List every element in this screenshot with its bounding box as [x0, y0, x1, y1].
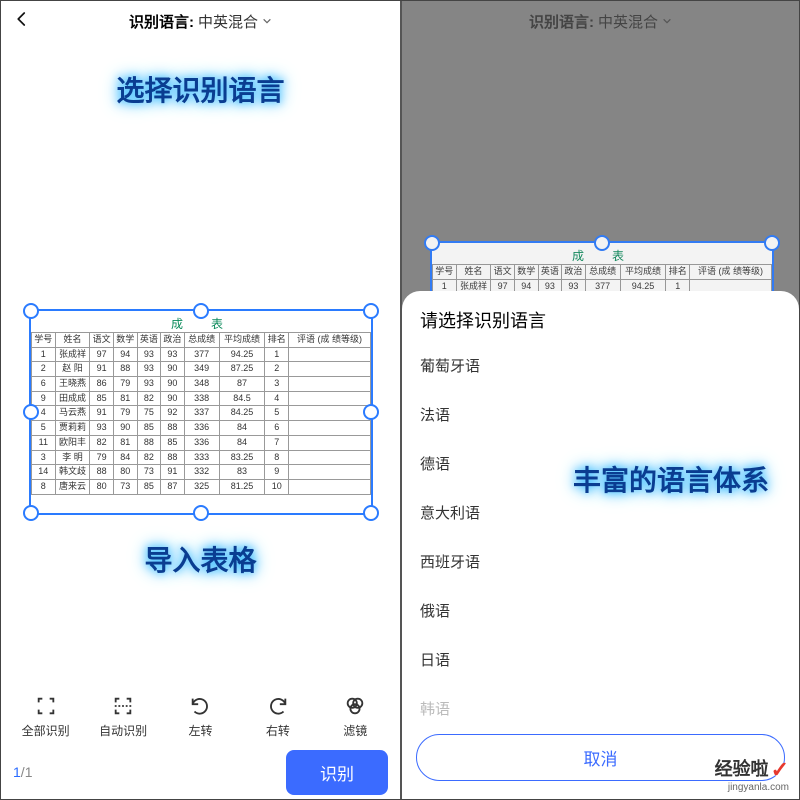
back-button[interactable] — [13, 9, 33, 33]
rotate-left-button[interactable]: 左转 — [168, 694, 232, 739]
crop-handle[interactable] — [23, 505, 39, 521]
auto-recognize-icon — [110, 694, 136, 718]
language-option[interactable]: 葡萄牙语 — [402, 341, 799, 390]
language-sheet: 请选择识别语言 葡萄牙语法语德语意大利语西班牙语俄语日语韩语 取消 — [402, 291, 799, 799]
header-language-label: 识别语言: — [129, 11, 194, 32]
table-header-cell: 排名 — [265, 333, 289, 348]
table-header-cell: 英语 — [137, 333, 161, 348]
table-row: 1张成祥9794939337794.251 — [32, 347, 371, 362]
crop-handle[interactable] — [23, 404, 39, 420]
table-header-cell: 排名 — [666, 265, 690, 280]
table-row: 14韩文歧88807391332839 — [32, 465, 371, 480]
language-option[interactable]: 日语 — [402, 635, 799, 684]
language-option[interactable]: 西班牙语 — [402, 537, 799, 586]
table-row: 11欧阳丰82818885336847 — [32, 435, 371, 450]
annotation-rich-languages: 丰富的语言体系 — [573, 459, 769, 499]
table-header-cell: 语文 — [491, 265, 515, 280]
crop-handle[interactable] — [363, 404, 379, 420]
rotate-right-icon — [265, 694, 291, 718]
crop-handle[interactable] — [193, 303, 209, 319]
table-header-cell: 数学 — [113, 333, 137, 348]
crop-frame[interactable]: 成 表 学号姓名语文数学英语政治总成绩平均成绩排名评语 (成 绩等级) 1张成祥… — [29, 309, 373, 515]
table-row: 4马云燕9179759233784.255 — [32, 406, 371, 421]
table-header-cell: 总成绩 — [184, 333, 219, 348]
chevron-down-icon — [662, 13, 672, 30]
header-language-value[interactable]: 中英混合 — [198, 11, 258, 32]
filter-button[interactable]: 滤镜 — [323, 694, 387, 739]
table-header-cell: 评语 (成 绩等级) — [289, 333, 371, 348]
table-header-cell: 学号 — [433, 265, 457, 280]
watermark: 经验啦✓ jingyanla.com — [715, 758, 789, 793]
annotation-select-language: 选择识别语言 — [1, 69, 400, 109]
page-indicator: 1/1 — [13, 764, 32, 780]
table-header-cell: 语文 — [90, 333, 114, 348]
language-option[interactable]: 俄语 — [402, 586, 799, 635]
table-header-cell: 政治 — [562, 265, 586, 280]
table-header-cell: 学号 — [32, 333, 56, 348]
full-recognize-button[interactable]: 全部识别 — [14, 694, 78, 739]
table-row: 3李 明7984828833383.258 — [32, 450, 371, 465]
bottom-toolbar: 全部识别 自动识别 左转 右转 滤镜 — [1, 694, 400, 739]
table-header-cell: 平均成绩 — [219, 333, 265, 348]
table-row: 9田成成8581829033884.54 — [32, 391, 371, 406]
language-list[interactable]: 葡萄牙语法语德语意大利语西班牙语俄语日语韩语 — [402, 341, 799, 728]
table-header-cell: 英语 — [538, 265, 562, 280]
crop-handle[interactable] — [193, 505, 209, 521]
check-icon: ✓ — [771, 758, 789, 782]
table-header-cell: 评语 (成 绩等级) — [690, 265, 772, 280]
chevron-down-icon[interactable] — [262, 13, 272, 30]
rotate-left-icon — [187, 694, 213, 718]
crop-handle[interactable] — [363, 303, 379, 319]
table-header-cell: 总成绩 — [585, 265, 620, 280]
header-language-value: 中英混合 — [598, 11, 658, 32]
table-header-cell: 平均成绩 — [620, 265, 666, 280]
recognize-button[interactable]: 识别 — [286, 750, 388, 795]
language-option[interactable]: 韩语 — [402, 684, 799, 719]
table-row: 6王晓燕86799390348873 — [32, 377, 371, 392]
crop-handle — [424, 235, 440, 251]
crop-handle — [764, 235, 780, 251]
table-header-cell: 姓名 — [55, 333, 90, 348]
table-row: 2赵 阳9188939034987.252 — [32, 362, 371, 377]
sheet-title: 请选择识别语言 — [402, 291, 799, 341]
language-option[interactable]: 法语 — [402, 390, 799, 439]
rotate-right-button[interactable]: 右转 — [246, 694, 310, 739]
table-header-cell: 数学 — [514, 265, 538, 280]
auto-recognize-button[interactable]: 自动识别 — [91, 694, 155, 739]
filter-icon — [342, 694, 368, 718]
table-row: 5贾莉莉93908588336846 — [32, 421, 371, 436]
crop-handle — [594, 235, 610, 251]
crop-handle[interactable] — [363, 505, 379, 521]
score-table: 学号姓名语文数学英语政治总成绩平均成绩排名评语 (成 绩等级) 1张成祥9794… — [31, 332, 371, 495]
crop-handle[interactable] — [23, 303, 39, 319]
table-row: 8唐来云8073858732581.2510 — [32, 479, 371, 494]
full-recognize-icon — [33, 694, 59, 718]
header-language-label: 识别语言: — [529, 11, 594, 32]
table-header-cell: 姓名 — [456, 265, 491, 280]
table-header-cell: 政治 — [161, 333, 185, 348]
